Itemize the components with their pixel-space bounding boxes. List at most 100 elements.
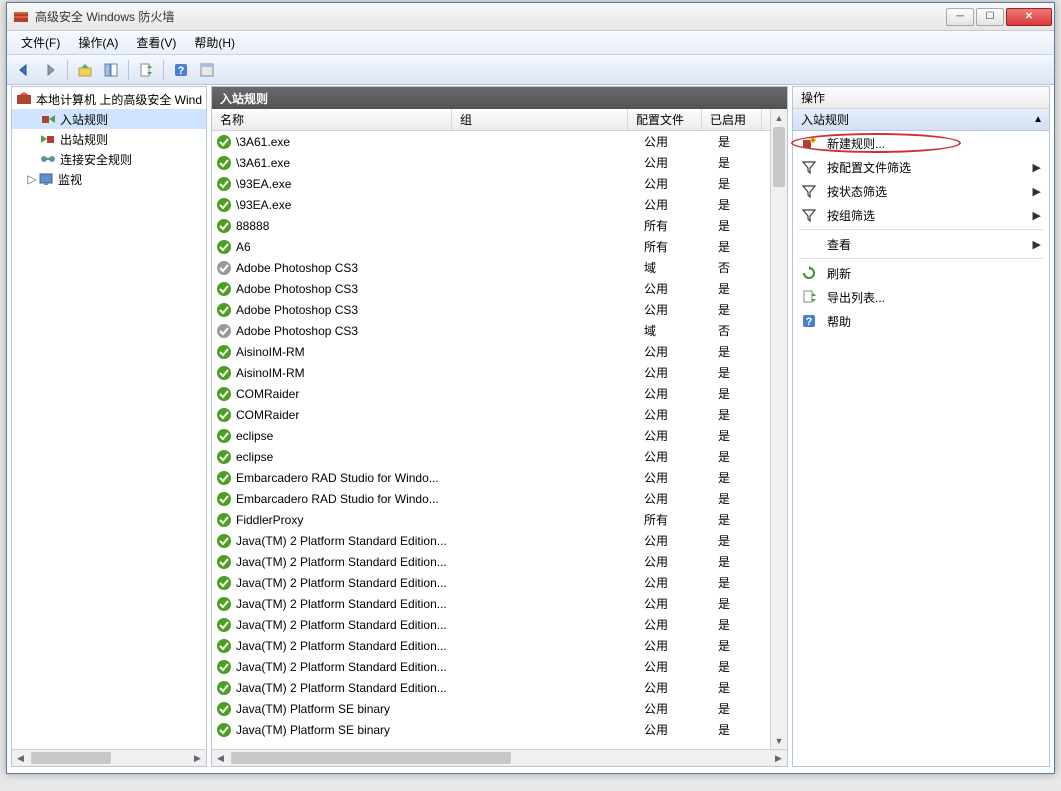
rule-row[interactable]: Adobe Photoshop CS3域否 [212, 257, 787, 278]
action-item[interactable]: ✦新建规则... [793, 131, 1049, 155]
scroll-thumb[interactable] [773, 127, 785, 187]
rule-status-icon [216, 533, 232, 549]
rule-profile: 公用 [636, 448, 710, 465]
rule-status-icon [216, 134, 232, 150]
col-profile[interactable]: 配置文件 [628, 109, 702, 130]
filter-icon [801, 183, 817, 199]
help-button[interactable]: ? [170, 59, 192, 81]
tree-hscroll[interactable]: ◀ ▶ [12, 749, 206, 766]
rule-row[interactable]: Java(TM) 2 Platform Standard Edition...公… [212, 635, 787, 656]
menu-file[interactable]: 文件(F) [13, 32, 68, 53]
submenu-arrow-icon: ▶ [1033, 161, 1041, 174]
rule-status-icon [216, 386, 232, 402]
action-item[interactable]: 按状态筛选▶ [793, 179, 1049, 203]
rule-enabled: 是 [710, 595, 770, 612]
tree-item-inbound[interactable]: 入站规则 [12, 109, 206, 129]
rule-row[interactable]: Java(TM) 2 Platform Standard Edition...公… [212, 593, 787, 614]
scroll-right-icon[interactable]: ▶ [770, 750, 787, 766]
rule-row[interactable]: FiddlerProxy所有是 [212, 509, 787, 530]
rule-row[interactable]: \93EA.exe公用是 [212, 173, 787, 194]
rule-name: Java(TM) Platform SE binary [236, 723, 460, 737]
scroll-thumb[interactable] [31, 752, 111, 764]
rule-row[interactable]: Adobe Photoshop CS3域否 [212, 320, 787, 341]
rule-profile: 公用 [636, 427, 710, 444]
action-item[interactable]: 按配置文件筛选▶ [793, 155, 1049, 179]
scroll-left-icon[interactable]: ◀ [12, 750, 29, 766]
properties-button[interactable] [196, 59, 218, 81]
rule-row[interactable]: eclipse公用是 [212, 446, 787, 467]
menu-action[interactable]: 操作(A) [70, 32, 126, 53]
rule-row[interactable]: A6所有是 [212, 236, 787, 257]
rule-enabled: 是 [710, 637, 770, 654]
scroll-up-icon[interactable]: ▲ [771, 109, 787, 126]
tree-item-outbound[interactable]: 出站规则 [12, 129, 206, 149]
main-window: 高级安全 Windows 防火墙 ─ ☐ ✕ 文件(F) 操作(A) 查看(V)… [6, 2, 1055, 774]
new-rule-icon: ✦ [801, 135, 817, 151]
rule-row[interactable]: Java(TM) 2 Platform Standard Edition...公… [212, 530, 787, 551]
action-item[interactable]: 刷新 [793, 261, 1049, 285]
show-hide-tree-button[interactable] [100, 59, 122, 81]
rule-enabled: 是 [710, 553, 770, 570]
rule-row[interactable]: \3A61.exe公用是 [212, 131, 787, 152]
action-item[interactable]: 查看▶ [793, 232, 1049, 256]
rule-row[interactable]: AisinoIM-RM公用是 [212, 341, 787, 362]
rule-row[interactable]: Java(TM) Platform SE binary公用是 [212, 698, 787, 719]
rule-row[interactable]: Java(TM) Platform SE binary公用是 [212, 719, 787, 740]
up-button[interactable] [74, 59, 96, 81]
menu-help[interactable]: 帮助(H) [186, 32, 243, 53]
action-item[interactable]: 按组筛选▶ [793, 203, 1049, 227]
collapse-icon[interactable]: ▲ [1033, 114, 1043, 125]
rule-row[interactable]: Embarcadero RAD Studio for Windo...公用是 [212, 467, 787, 488]
rule-name: Java(TM) 2 Platform Standard Edition... [236, 576, 460, 590]
rules-vscroll[interactable]: ▲ ▼ [770, 109, 787, 749]
action-item[interactable]: 导出列表... [793, 285, 1049, 309]
rule-row[interactable]: Java(TM) 2 Platform Standard Edition...公… [212, 677, 787, 698]
expand-icon[interactable]: ▷ [26, 172, 38, 186]
tree-item-connection-security[interactable]: 连接安全规则 [12, 149, 206, 169]
back-button[interactable] [13, 59, 35, 81]
rules-hscroll[interactable]: ◀ ▶ [212, 749, 787, 766]
rule-name: Java(TM) 2 Platform Standard Edition... [236, 618, 460, 632]
rule-row[interactable]: AisinoIM-RM公用是 [212, 362, 787, 383]
scroll-right-icon[interactable]: ▶ [189, 750, 206, 766]
export-button[interactable] [135, 59, 157, 81]
menu-view[interactable]: 查看(V) [128, 32, 184, 53]
rule-row[interactable]: Adobe Photoshop CS3公用是 [212, 278, 787, 299]
col-name[interactable]: 名称 [212, 109, 452, 130]
scroll-down-icon[interactable]: ▼ [771, 732, 787, 749]
maximize-button[interactable]: ☐ [976, 8, 1004, 26]
help-icon: ? [801, 313, 817, 329]
rules-list: \3A61.exe公用是\3A61.exe公用是\93EA.exe公用是\93E… [212, 131, 787, 766]
rule-row[interactable]: \93EA.exe公用是 [212, 194, 787, 215]
rule-row[interactable]: COMRaider公用是 [212, 383, 787, 404]
rule-profile: 公用 [636, 553, 710, 570]
rule-profile: 公用 [636, 637, 710, 654]
rule-row[interactable]: eclipse公用是 [212, 425, 787, 446]
rule-row[interactable]: Java(TM) 2 Platform Standard Edition...公… [212, 572, 787, 593]
minimize-button[interactable]: ─ [946, 8, 974, 26]
rule-profile: 公用 [636, 490, 710, 507]
rule-row[interactable]: Java(TM) 2 Platform Standard Edition...公… [212, 656, 787, 677]
tree-item-monitoring[interactable]: ▷ 监视 [12, 169, 206, 189]
action-item[interactable]: ?帮助 [793, 309, 1049, 333]
rule-profile: 所有 [636, 511, 710, 528]
scroll-left-icon[interactable]: ◀ [212, 750, 229, 766]
rule-row[interactable]: 88888所有是 [212, 215, 787, 236]
scroll-thumb[interactable] [231, 752, 511, 764]
rule-row[interactable]: Java(TM) 2 Platform Standard Edition...公… [212, 551, 787, 572]
close-button[interactable]: ✕ [1006, 8, 1052, 26]
actions-header: 操作 [793, 87, 1049, 109]
col-enabled[interactable]: 已启用 [702, 109, 762, 130]
monitoring-icon [38, 171, 54, 187]
rule-profile: 所有 [636, 238, 710, 255]
tree-root[interactable]: 本地计算机 上的高级安全 Wind [12, 89, 206, 109]
col-group[interactable]: 组 [452, 109, 628, 130]
filter-icon [801, 159, 817, 175]
rule-row[interactable]: \3A61.exe公用是 [212, 152, 787, 173]
forward-button[interactable] [39, 59, 61, 81]
rule-row[interactable]: Java(TM) 2 Platform Standard Edition...公… [212, 614, 787, 635]
rule-row[interactable]: Adobe Photoshop CS3公用是 [212, 299, 787, 320]
rule-status-icon [216, 554, 232, 570]
rule-row[interactable]: COMRaider公用是 [212, 404, 787, 425]
rule-row[interactable]: Embarcadero RAD Studio for Windo...公用是 [212, 488, 787, 509]
